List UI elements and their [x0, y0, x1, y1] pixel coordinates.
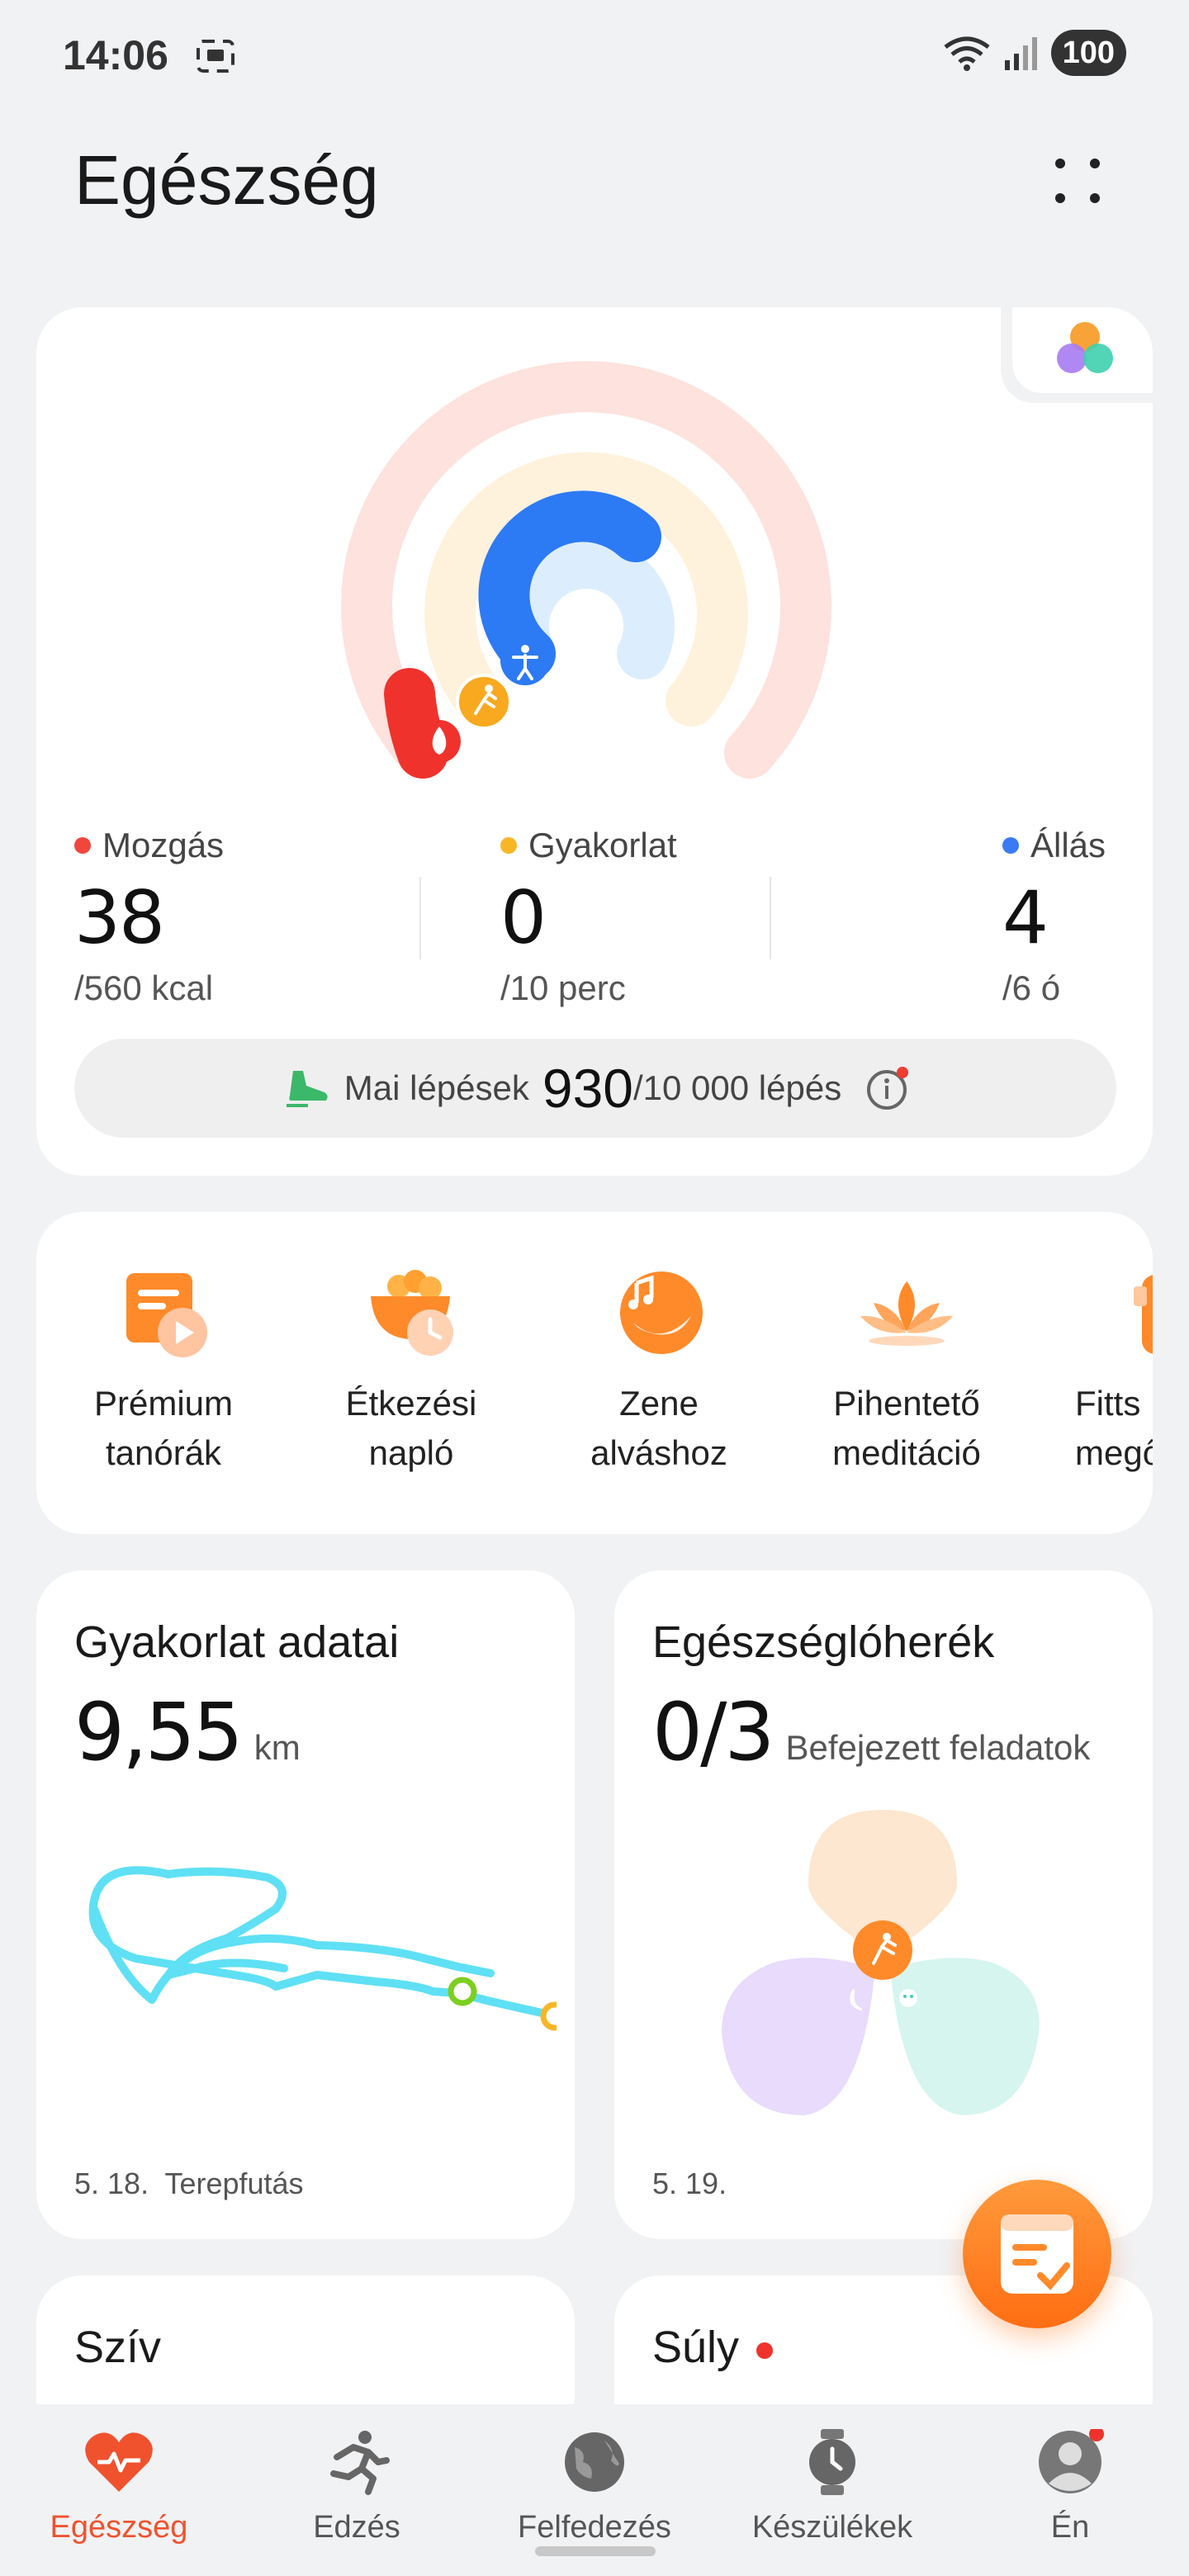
- divider: [419, 877, 421, 959]
- home-indicator[interactable]: [535, 2546, 656, 2556]
- shortcut-label: Zene: [619, 1384, 699, 1423]
- shortcut-sleep-music[interactable]: Zene alváshoz: [552, 1262, 766, 1478]
- nav-label: Felfedezés: [518, 2510, 671, 2545]
- activity-rings-icon: [1057, 322, 1113, 373]
- meal-log-icon: [371, 1270, 453, 1356]
- shoe-icon: [286, 1071, 328, 1107]
- exercise-dot: [500, 837, 517, 854]
- heart-card-title: Szív: [74, 2323, 162, 2372]
- shortcuts-card: Prémium tanórák Étkezési napló Zene alvásho…: [36, 1212, 1153, 1534]
- exercise-date: 5. 18.: [74, 2166, 149, 2200]
- shortcut-meal-log[interactable]: Étkezési napló: [304, 1262, 519, 1478]
- clover-date: 5. 19.: [652, 2166, 727, 2200]
- steps-goal: /10 000 lépés: [633, 1068, 842, 1107]
- health-clover-card[interactable]: Egészséglóherék 0/3 Befejezett feladatok…: [614, 1570, 1153, 2239]
- shortcut-label: Pihentető: [833, 1384, 980, 1423]
- clover-exercise-icon: [853, 1920, 912, 1980]
- shortcut-label: alváshoz: [590, 1433, 727, 1472]
- weight-title-text: Súly: [652, 2323, 740, 2372]
- nav-label: Készülékek: [751, 2510, 913, 2545]
- fitness-icon: [1134, 1275, 1153, 1354]
- shortcut-label: Prémium: [93, 1384, 234, 1423]
- route-map: [88, 1866, 557, 2031]
- screenshot-icon: [197, 40, 234, 73]
- exercise-label: Gyakorlat: [528, 826, 677, 864]
- exercise-type: Terepfutás: [164, 2166, 304, 2200]
- clover-card-title: Egészséglóherék: [652, 1617, 995, 1667]
- running-icon: [330, 2431, 390, 2495]
- wifi-icon: [944, 36, 990, 71]
- profile-icon: [1039, 2429, 1104, 2493]
- move-metric[interactable]: Mozgás 38 /560 kcal: [74, 826, 224, 1008]
- clover-progress-unit: Befejezett feladatok: [785, 1728, 1091, 1767]
- globe-icon: [565, 2432, 624, 2492]
- premium-lessons-icon: [126, 1273, 207, 1357]
- weight-card-title: Súly: [652, 2322, 774, 2373]
- shortcut-label: megőr: [1075, 1433, 1153, 1472]
- exercise-distance-unit: km: [253, 1728, 301, 1767]
- shortcut-label: tanórák: [105, 1433, 222, 1472]
- stand-label: Állás: [1030, 826, 1106, 864]
- health-report-fab[interactable]: [963, 2180, 1111, 2328]
- shortcut-fitness[interactable]: Fitts megőr: [1047, 1262, 1153, 1478]
- clover-mood-icon: [899, 1989, 917, 2007]
- activity-rings: [341, 361, 831, 779]
- nav-profile[interactable]: Én: [971, 2429, 1169, 2545]
- checklist-icon: [1001, 2214, 1073, 2294]
- nav-discover[interactable]: Felfedezés: [495, 2429, 694, 2545]
- exercise-data-card[interactable]: Gyakorlat adatai 9,55 km 5. 18. Terepfut…: [36, 1570, 575, 2239]
- shortcut-label: meditáció: [832, 1433, 981, 1472]
- signal-icon: [1004, 37, 1037, 70]
- nav-workout[interactable]: Edzés: [258, 2429, 456, 2545]
- rings-toggle[interactable]: [1001, 307, 1153, 403]
- daily-steps-pill[interactable]: Mai lépések 930 /10 000 lépés: [74, 1039, 1116, 1138]
- status-time: 14:06: [63, 32, 168, 78]
- nav-label: Én: [1050, 2510, 1090, 2545]
- heart-icon: [85, 2432, 153, 2492]
- stand-goal: /6 ó: [1002, 968, 1061, 1007]
- stand-value: 4: [1002, 875, 1049, 960]
- steps-value: 930: [542, 1058, 633, 1119]
- nav-health[interactable]: Egészség: [20, 2429, 218, 2545]
- nav-label: Edzés: [313, 2510, 400, 2545]
- route-start-marker: [448, 1977, 477, 2006]
- stand-dot: [1002, 837, 1019, 854]
- nav-devices[interactable]: Készülékek: [733, 2429, 931, 2545]
- move-label: Mozgás: [102, 826, 225, 864]
- steps-label: Mai lépések: [343, 1068, 529, 1107]
- nav-label: Egészség: [50, 2510, 188, 2545]
- stand-person-icon: [500, 636, 550, 685]
- move-dot: [74, 837, 91, 854]
- more-options-button[interactable]: [1049, 150, 1106, 208]
- fire-icon: [418, 720, 461, 763]
- shortcut-label: Étkezési: [345, 1384, 477, 1423]
- divider: [770, 877, 771, 959]
- exercise-value: 0: [500, 875, 547, 960]
- shortcut-premium-lessons[interactable]: Prémium tanórák: [56, 1262, 271, 1478]
- battery-indicator: 100: [1050, 30, 1126, 76]
- route-end-marker: [540, 2001, 557, 2031]
- exercise-goal: /10 perc: [500, 968, 626, 1007]
- exercise-distance-value: 9,55: [74, 1686, 244, 1778]
- notification-dot: [756, 2342, 774, 2359]
- clover-chart: [722, 1810, 1040, 2115]
- clover-progress-value: 0/3: [652, 1686, 775, 1778]
- exercise-metric[interactable]: Gyakorlat 0 /10 perc: [500, 826, 677, 1008]
- exercise-run-icon: [456, 674, 512, 730]
- exercise-card-title: Gyakorlat adatai: [74, 1617, 400, 1667]
- watch-icon: [809, 2429, 855, 2495]
- move-value: 38: [74, 875, 165, 960]
- shortcut-label: napló: [368, 1433, 454, 1472]
- meditation-icon: [860, 1281, 953, 1346]
- sleep-music-icon: [620, 1271, 703, 1354]
- stand-metric[interactable]: Állás 4 /6 ó: [1002, 826, 1106, 1008]
- shortcut-meditation[interactable]: Pihentető meditáció: [799, 1262, 1014, 1478]
- move-goal: /560 kcal: [74, 968, 214, 1007]
- page-title: Egészség: [74, 141, 379, 219]
- shortcut-label: Fitts: [1075, 1384, 1141, 1423]
- status-icons: 100: [942, 30, 1126, 76]
- info-icon[interactable]: [865, 1066, 909, 1110]
